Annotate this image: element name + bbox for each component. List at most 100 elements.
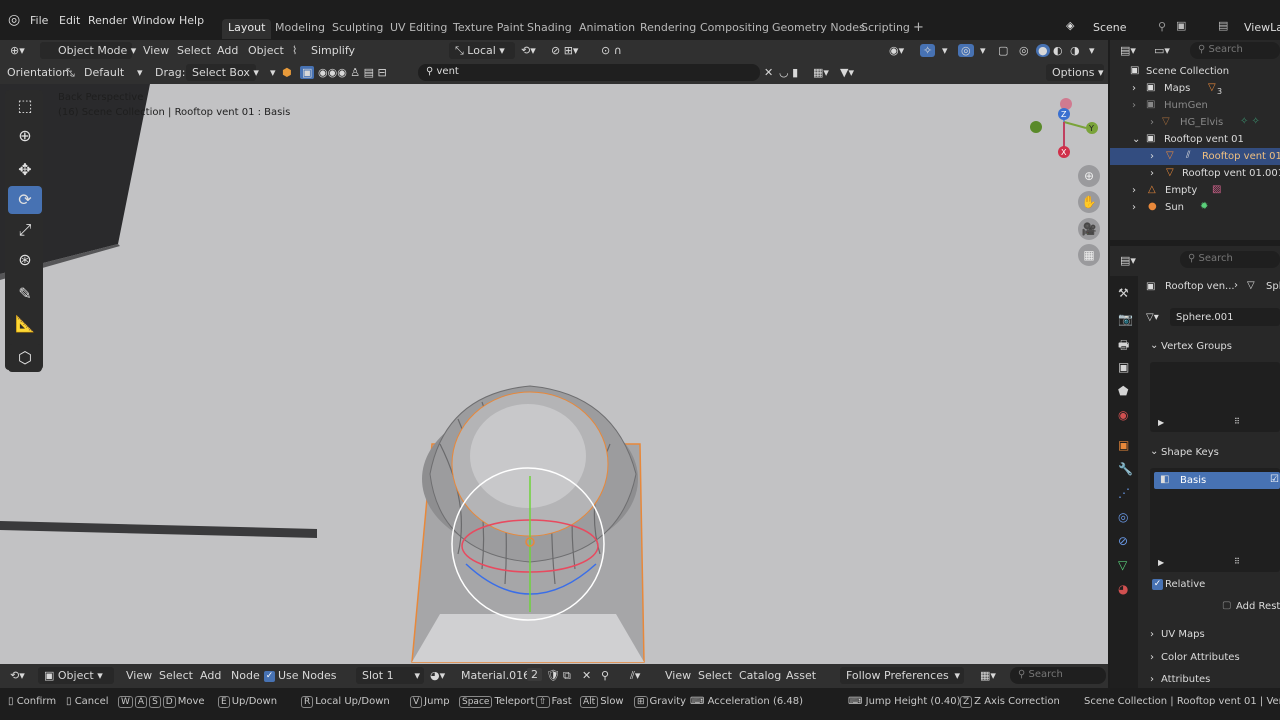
uv-maps-header[interactable]: UV Maps	[1161, 629, 1205, 640]
menu-select[interactable]: Select	[177, 44, 211, 57]
expand-icon[interactable]: ›	[1132, 202, 1136, 213]
shape-keys-header[interactable]: Shape Keys	[1161, 447, 1219, 458]
color-attributes-header[interactable]: Color Attributes	[1161, 652, 1240, 663]
options-dropdown[interactable]: Options ▾	[1046, 64, 1104, 81]
menu-add[interactable]: Add	[217, 44, 238, 57]
outliner-editor-icon[interactable]: ▤▾	[1120, 44, 1136, 57]
menu-select[interactable]: Select	[159, 669, 193, 682]
physics-tab-icon[interactable]: ◎	[1118, 510, 1128, 524]
orientation-dropdown[interactable]: Default	[84, 66, 124, 79]
navigation-gizmo[interactable]: Z Y X	[1026, 94, 1106, 174]
world-tab-icon[interactable]: ◉	[1118, 408, 1128, 422]
filter-sphere-icon[interactable]: ◉◉◉ ♙ ▤ ⊟	[318, 66, 387, 79]
scale-tool-icon[interactable]: ⤢	[8, 216, 42, 244]
properties-editor-icon[interactable]: ▤▾	[1120, 254, 1136, 267]
orientation-chevron-icon[interactable]: ▾	[137, 66, 143, 79]
outliner-row-rooftop-vent-01[interactable]: › ▽ ⫽ Rooftop vent 01	[1110, 148, 1280, 165]
menu-file[interactable]: File	[30, 14, 48, 27]
scene-tab-icon[interactable]: ⬟	[1118, 384, 1128, 398]
add-rest-checkbox[interactable]: ▢	[1222, 600, 1231, 611]
list-expand-icon[interactable]: ▶	[1158, 418, 1164, 427]
data-tab-icon[interactable]: ▽	[1118, 558, 1127, 572]
tab-texture-paint[interactable]: Texture Paint	[447, 19, 530, 39]
tab-modeling[interactable]: Modeling	[269, 19, 331, 39]
cube-icon[interactable]: ⬢	[282, 66, 292, 79]
view-layer-tab-icon[interactable]: ▣	[1118, 360, 1129, 374]
modifier-tab-icon[interactable]: 🔧	[1118, 462, 1133, 476]
filter-mesh-icon[interactable]: ▣	[300, 66, 315, 79]
pin-icon[interactable]: ⚲	[1158, 20, 1166, 33]
material-name-field[interactable]: Material.016	[461, 669, 530, 682]
blender-logo-icon[interactable]: ◎	[8, 12, 20, 28]
add-workspace-button[interactable]: +	[907, 18, 930, 38]
panel-chevron-icon[interactable]: ⌄	[1150, 340, 1158, 351]
mesh-name-field[interactable]: Sphere.001	[1170, 308, 1280, 326]
outliner-row-empty[interactable]: › △ Empty ▨	[1110, 182, 1280, 199]
duplicate-material-icon[interactable]: ⧉	[563, 669, 571, 683]
properties-search[interactable]: ⚲ Search	[1180, 251, 1280, 268]
move-tool-icon[interactable]: ✥	[8, 156, 42, 184]
panel-chevron-icon[interactable]: ›	[1150, 674, 1154, 685]
tab-uv-editing[interactable]: UV Editing	[384, 19, 453, 39]
outliner-filter-search[interactable]: ⚲ vent	[418, 64, 760, 81]
outliner-row-hg-elvis[interactable]: › ▽ HG_Elvis ✧ ✧	[1110, 114, 1280, 131]
use-nodes-checkbox[interactable]: ✓ Use Nodes	[264, 669, 337, 682]
menu-select-assets[interactable]: Select	[698, 669, 732, 682]
zoom-icon[interactable]: ⊕	[1078, 165, 1100, 187]
menu-asset[interactable]: Asset	[786, 669, 816, 682]
tab-sculpting[interactable]: Sculpting	[326, 19, 389, 39]
menu-object[interactable]: Object	[248, 44, 284, 57]
editor-type-icon[interactable]: ⊕▾	[10, 44, 25, 57]
shape-key-checkbox[interactable]: ☑	[1270, 474, 1279, 485]
tab-animation[interactable]: Animation	[573, 19, 641, 39]
tab-rendering[interactable]: Rendering	[634, 19, 702, 39]
panel-chevron-icon[interactable]: ›	[1150, 629, 1154, 640]
add-cube-tool-icon[interactable]: ⬡	[8, 344, 42, 372]
menu-add[interactable]: Add	[200, 669, 221, 682]
transform-orientation-dropdown[interactable]: ⤡ Local ▾	[449, 42, 515, 59]
material-users-count[interactable]: 2	[527, 668, 542, 681]
pan-hand-icon[interactable]: ✋	[1078, 191, 1100, 213]
render-tab-icon[interactable]: 📷	[1118, 312, 1133, 326]
menu-view-assets[interactable]: View	[665, 669, 691, 682]
list-resize-handle-icon[interactable]: ⠿	[1234, 557, 1240, 566]
shading-dropdown-icon[interactable]: ▾	[1089, 44, 1095, 57]
output-tab-icon[interactable]: 🖶	[1118, 336, 1129, 357]
mesh-browse-icon[interactable]: ▽▾	[1146, 312, 1159, 323]
list-expand-icon[interactable]: ▶	[1158, 558, 1164, 567]
drag-dropdown[interactable]: Select Box ▾	[186, 64, 259, 81]
gizmo-toggle-icon[interactable]: ✧	[920, 44, 936, 57]
visibility-icon[interactable]: ◉▾	[889, 44, 904, 57]
outliner-row-sun[interactable]: › ● Sun ✹	[1110, 199, 1280, 216]
attributes-header[interactable]: Attributes	[1161, 674, 1210, 685]
outliner-row-maps[interactable]: › ▣ Maps ▽ 3	[1110, 80, 1280, 97]
tab-compositing[interactable]: Compositing	[694, 19, 775, 39]
expand-icon[interactable]: ›	[1132, 185, 1136, 196]
slot-dropdown[interactable]: Slot 1 ▾	[356, 667, 424, 684]
shading-wireframe-icon[interactable]: ◎	[1019, 44, 1029, 57]
transform-tool-icon[interactable]: ⊛	[8, 246, 42, 274]
object-tab-icon[interactable]: ▣	[1118, 438, 1129, 452]
asset-search[interactable]: ⚲ Search	[1010, 667, 1106, 684]
constraints-tab-icon[interactable]: ⊘	[1118, 534, 1128, 548]
select-box-tool-icon[interactable]: ⬚	[8, 92, 42, 120]
tab-shading[interactable]: Shading	[521, 19, 578, 39]
panel-chevron-icon[interactable]: ›	[1150, 652, 1154, 663]
menu-view[interactable]: View	[126, 669, 152, 682]
3d-viewport[interactable]: ⬚ ⊕ ✥ ⟳ ⤢ ⊛ ✎ 📐 ⬡ Back Perspective (16) …	[0, 84, 1108, 664]
simplify-button[interactable]: Simplify	[311, 44, 355, 57]
relative-checkbox[interactable]: ✓	[1152, 579, 1166, 591]
pivot-icon[interactable]: ⟲▾	[521, 44, 536, 57]
funnel-icon[interactable]: ▼▾	[840, 66, 854, 79]
xray-icon[interactable]: ▢	[998, 44, 1008, 57]
menu-help[interactable]: Help	[179, 14, 204, 27]
clear-search-icon[interactable]: ✕	[764, 66, 773, 79]
particles-tab-icon[interactable]: ⋰	[1118, 486, 1130, 500]
measure-tool-icon[interactable]: 📐	[8, 310, 42, 338]
outliner-row-rooftop-vent-collection[interactable]: ⌄ ▣ Rooftop vent 01	[1110, 131, 1280, 148]
outliner-row-scene-collection[interactable]: ▣ Scene Collection	[1110, 63, 1280, 80]
unlink-material-icon[interactable]: ✕	[582, 669, 591, 682]
view-layer-selector[interactable]: ViewLay	[1244, 21, 1280, 34]
cursor-tool-icon[interactable]: ⊕	[8, 122, 42, 150]
shading-material-icon[interactable]: ◐	[1053, 44, 1063, 57]
